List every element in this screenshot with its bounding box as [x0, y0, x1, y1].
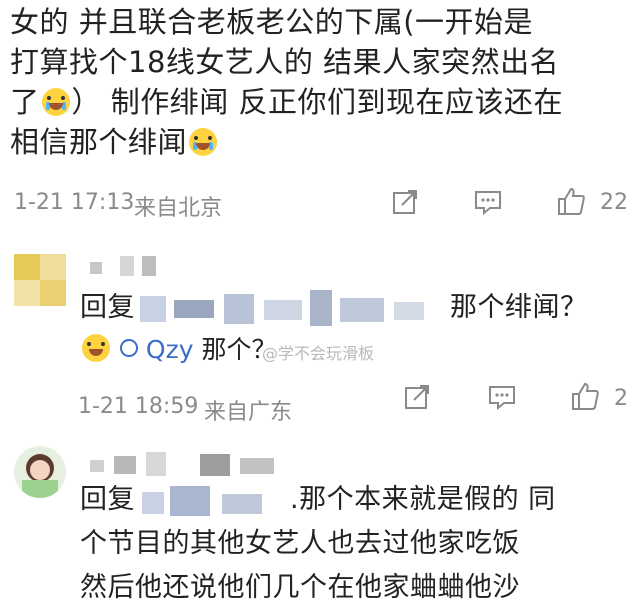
post-location: 来自北京: [134, 196, 223, 221]
avatar[interactable]: [14, 446, 66, 498]
post-line: 相信那个绯闻: [10, 122, 219, 162]
reply-line: 个节目的其他女艺人也去过他家吃饭: [80, 528, 520, 559]
mention-name: Qzy: [145, 335, 194, 364]
redacted-mention: [142, 486, 292, 518]
reply-suffix: 那个绯闻？: [450, 292, 588, 323]
post-line-text: 了: [10, 85, 40, 119]
post-line: 了 ） 制作绯闻 反正你们到现在应该还在: [10, 82, 563, 122]
reply-text: 回复: [80, 288, 135, 328]
reply-prefix: 回复: [80, 484, 135, 515]
reply-line: 然后他还说他们几个在他家蛐蛐他沙: [80, 572, 520, 603]
post-like-count: 22: [600, 190, 628, 215]
redacted-mention: [140, 290, 450, 330]
thumbs-up-icon[interactable]: [570, 381, 600, 411]
reply-prefix: 回复: [80, 292, 135, 323]
crying-laughing-emoji-icon: [41, 88, 70, 116]
laughing-emoji-icon: [82, 334, 110, 362]
user-icon: [119, 339, 138, 357]
mention-line: Qzy 那个？: [80, 334, 276, 364]
post-timestamp: 1-21 17:13: [14, 190, 135, 215]
reply-location: 来自广东: [204, 400, 293, 425]
reply-like-count: 2: [614, 386, 628, 411]
post-line: 女的 并且联合老板老公的下属(一开始是: [10, 5, 534, 39]
post-line: 打算找个18线女艺人的 结果人家突然出名: [10, 45, 560, 79]
mention-user[interactable]: Qzy: [119, 335, 202, 364]
crying-laughing-emoji-icon: [189, 128, 218, 156]
post-line-text: ） 制作绯闻 反正你们到现在应该还在: [71, 85, 563, 119]
post-line-text: 相信那个绯闻: [10, 125, 188, 159]
username-redacted[interactable]: [90, 452, 280, 478]
thumbs-up-icon[interactable]: [556, 186, 586, 216]
comment-icon[interactable]: [474, 189, 502, 215]
avatar[interactable]: [14, 254, 66, 306]
reply-line: .那个本来就是假的 同: [290, 484, 556, 515]
share-icon[interactable]: [392, 189, 420, 215]
watermark: @学不会玩滑板: [262, 344, 375, 363]
username-redacted[interactable]: [90, 256, 164, 278]
comment-icon[interactable]: [488, 384, 516, 410]
reply-timestamp: 1-21 18:59: [78, 394, 199, 419]
share-icon[interactable]: [404, 384, 432, 410]
